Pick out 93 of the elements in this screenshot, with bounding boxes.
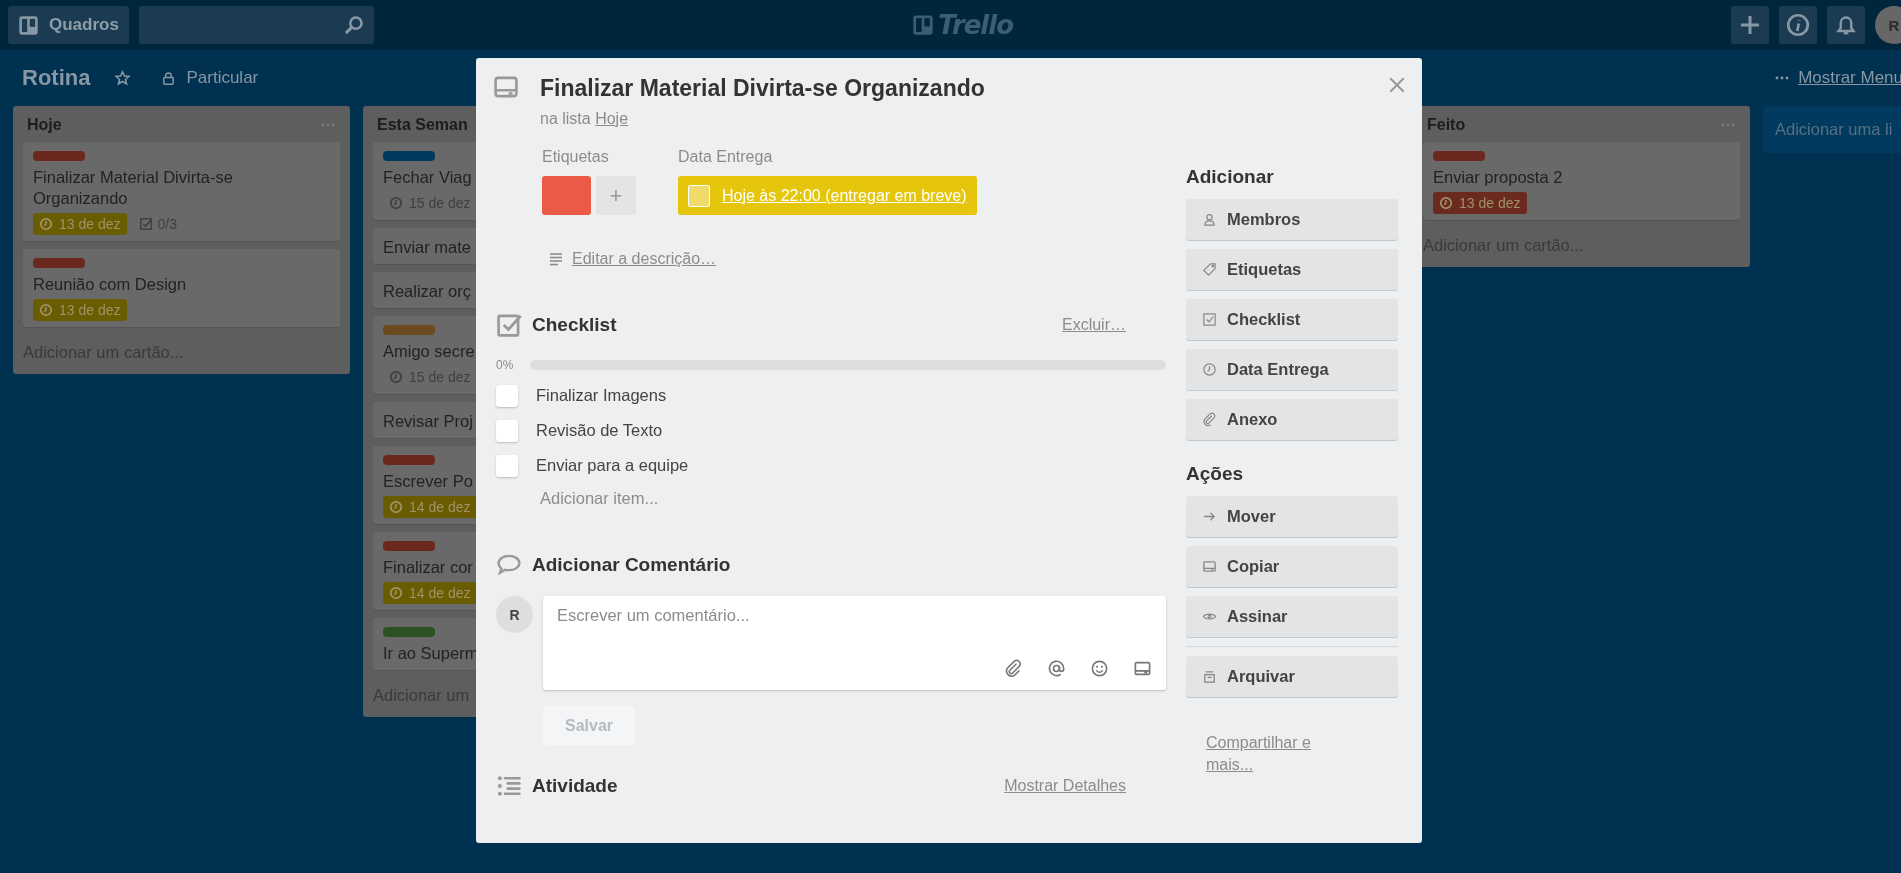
card-title: Enviar mate xyxy=(383,237,472,258)
card-title: Finalizar cor xyxy=(383,557,473,578)
card-title[interactable]: Finalizar Material Divirta-se Organizando xyxy=(540,75,985,102)
card-title: Fechar Viag xyxy=(383,167,472,188)
activity-title: Atividade xyxy=(532,775,618,797)
list-title[interactable]: Feito xyxy=(1427,116,1466,134)
card-title: Revisar Proj xyxy=(383,411,473,432)
add-item-link[interactable]: Adicionar item... xyxy=(540,489,1166,508)
checklist-title: Checklist xyxy=(532,314,617,336)
archive-button[interactable]: Arquivar xyxy=(1186,656,1398,697)
close-icon[interactable] xyxy=(1388,76,1406,94)
at-sign-icon[interactable] xyxy=(1047,659,1066,678)
plus-icon xyxy=(1738,13,1762,37)
star-icon[interactable] xyxy=(114,69,132,87)
paperclip-icon xyxy=(1202,412,1217,427)
list-icon xyxy=(496,773,522,799)
labels-button[interactable]: Etiquetas xyxy=(1186,249,1398,290)
clock-icon xyxy=(1202,362,1217,377)
checklist-checkbox[interactable] xyxy=(496,384,518,407)
subscribe-button[interactable]: Assinar xyxy=(1186,596,1398,637)
share-link[interactable]: Compartilhar e mais... xyxy=(1206,732,1346,776)
checklist-checkbox[interactable] xyxy=(496,454,518,477)
checklist-checkbox[interactable] xyxy=(496,419,518,442)
card-icon[interactable] xyxy=(1133,659,1152,678)
attachment-button[interactable]: Anexo xyxy=(1186,399,1398,440)
add-heading: Adicionar xyxy=(1186,166,1275,188)
list-title[interactable]: Esta Seman xyxy=(377,116,468,134)
boards-button[interactable]: Quadros xyxy=(8,6,129,44)
list-caption: na lista xyxy=(540,110,591,127)
actions-heading: Ações xyxy=(1186,463,1245,485)
card-title: Escrever Po xyxy=(383,471,473,492)
due-date-badge: 13 de dez xyxy=(33,299,127,321)
comment-field[interactable]: Escrever um comentário... xyxy=(543,596,1166,690)
card-title: Finalizar Material Divirta-se Organizando xyxy=(33,167,234,209)
lock-icon xyxy=(161,70,177,86)
checklist-item[interactable]: Revisão de Texto xyxy=(536,421,663,440)
delete-checklist-link[interactable]: Excluir… xyxy=(1062,316,1126,334)
show-details-link[interactable]: Mostrar Detalhes xyxy=(1004,777,1126,795)
logo-text: Trello xyxy=(938,10,1014,40)
tag-icon xyxy=(1202,262,1217,277)
speech-bubble-icon xyxy=(496,552,522,578)
progress-percent: 0% xyxy=(496,358,515,372)
card-title: Realizar orç xyxy=(383,281,472,302)
due-date-badge: 14 de dez xyxy=(383,496,477,518)
checklist-item[interactable]: Finalizar Imagens xyxy=(536,386,667,405)
show-menu-link[interactable]: Mostrar Menu xyxy=(1798,68,1901,88)
checkbox-icon xyxy=(1202,312,1217,327)
due-date-badge: 13 de dez xyxy=(1433,192,1527,214)
due-complete-checkbox[interactable] xyxy=(688,184,710,207)
archive-icon xyxy=(1202,669,1217,684)
card-icon xyxy=(1202,559,1217,574)
more-icon xyxy=(1774,76,1791,80)
avatar: R xyxy=(496,596,533,633)
due-date-heading: Data Entrega xyxy=(678,148,774,166)
bell-icon xyxy=(1834,13,1858,37)
board-icon xyxy=(18,14,39,36)
paperclip-icon[interactable] xyxy=(1004,659,1023,678)
list-link[interactable]: Hoje xyxy=(595,110,629,127)
edit-description-link[interactable]: Editar a descrição… xyxy=(572,250,717,268)
search-field[interactable] xyxy=(138,6,374,44)
lines-icon xyxy=(548,251,564,267)
move-button[interactable]: Mover xyxy=(1186,496,1398,537)
card-title: Enviar proposta 2 xyxy=(1433,167,1563,188)
search-icon xyxy=(343,15,364,35)
add-label-button[interactable]: + xyxy=(596,176,636,215)
add-button[interactable] xyxy=(1731,6,1769,44)
avatar[interactable]: R xyxy=(1875,6,1901,44)
checkbox-icon xyxy=(496,312,522,338)
person-icon xyxy=(1202,212,1217,227)
card-icon xyxy=(492,74,520,100)
checklist-button[interactable]: Checklist xyxy=(1186,299,1398,340)
list-title[interactable]: Hoje xyxy=(27,116,62,134)
add-list-button[interactable]: Adicionar uma li xyxy=(1763,106,1901,153)
card-title: Ir ao Superm xyxy=(383,643,479,664)
card[interactable]: Enviar proposta 2 13 de dez xyxy=(1423,142,1740,220)
card-title: Amigo secre xyxy=(383,341,475,362)
due-date-badge: 14 de dez xyxy=(383,582,477,604)
visibility-button[interactable]: Particular xyxy=(161,68,259,88)
labels-heading: Etiquetas xyxy=(542,148,610,166)
logo-icon xyxy=(912,14,934,36)
due-date-badge: 13 de dez xyxy=(33,213,127,235)
card-title: Reunião com Design xyxy=(33,274,187,295)
notifications-button[interactable] xyxy=(1827,6,1865,44)
checklist-item[interactable]: Enviar para a equipe xyxy=(536,456,689,475)
smiley-icon[interactable] xyxy=(1090,659,1109,678)
card[interactable]: Reunião com Design 13 de dez xyxy=(23,249,340,327)
copy-button[interactable]: Copiar xyxy=(1186,546,1398,587)
info-icon xyxy=(1786,13,1810,37)
board-title[interactable]: Rotina xyxy=(22,65,91,91)
comment-title: Adicionar Comentário xyxy=(532,554,731,576)
info-button[interactable] xyxy=(1779,6,1817,44)
members-button[interactable]: Membros xyxy=(1186,199,1398,240)
due-button[interactable]: Data Entrega xyxy=(1186,349,1398,390)
